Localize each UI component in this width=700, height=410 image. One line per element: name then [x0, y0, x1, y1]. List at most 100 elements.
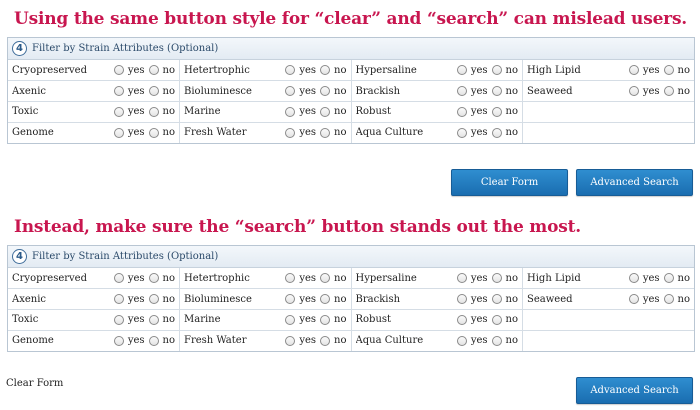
- yes-option[interactable]: yes: [285, 127, 316, 138]
- no-radio[interactable]: [491, 65, 502, 76]
- no-option[interactable]: no: [491, 65, 518, 76]
- no-option[interactable]: no: [491, 273, 518, 284]
- no-radio[interactable]: [320, 127, 331, 138]
- yes-option[interactable]: yes: [628, 273, 660, 284]
- yes-radio[interactable]: [285, 65, 296, 76]
- yes-option[interactable]: yes: [285, 335, 316, 346]
- no-radio[interactable]: [320, 65, 331, 76]
- yes-radio[interactable]: [113, 273, 124, 284]
- yes-option[interactable]: yes: [285, 65, 316, 76]
- no-radio[interactable]: [491, 294, 502, 305]
- yes-option[interactable]: yes: [285, 314, 316, 325]
- yes-radio[interactable]: [628, 86, 639, 97]
- yes-radio[interactable]: [285, 127, 296, 138]
- no-radio[interactable]: [148, 106, 159, 117]
- no-option[interactable]: no: [148, 314, 175, 325]
- no-radio[interactable]: [148, 65, 159, 76]
- yes-radio[interactable]: [285, 273, 296, 284]
- no-radio[interactable]: [148, 273, 159, 284]
- yes-radio[interactable]: [113, 127, 124, 138]
- yes-radio[interactable]: [113, 314, 124, 325]
- no-option[interactable]: no: [148, 127, 175, 138]
- no-option[interactable]: no: [663, 273, 690, 284]
- no-radio[interactable]: [320, 273, 331, 284]
- yes-radio[interactable]: [113, 335, 124, 346]
- yes-radio[interactable]: [113, 86, 124, 97]
- yes-option[interactable]: yes: [113, 86, 145, 97]
- no-radio[interactable]: [663, 65, 674, 76]
- no-option[interactable]: no: [148, 106, 175, 117]
- no-option[interactable]: no: [320, 86, 347, 97]
- no-option[interactable]: no: [320, 106, 347, 117]
- yes-option[interactable]: yes: [285, 273, 316, 284]
- no-radio[interactable]: [491, 106, 502, 117]
- yes-radio[interactable]: [456, 314, 467, 325]
- no-radio[interactable]: [148, 127, 159, 138]
- no-option[interactable]: no: [320, 273, 347, 284]
- no-radio[interactable]: [491, 273, 502, 284]
- yes-option[interactable]: yes: [113, 335, 145, 346]
- yes-option[interactable]: yes: [285, 106, 316, 117]
- yes-option[interactable]: yes: [456, 86, 488, 97]
- yes-radio[interactable]: [456, 106, 467, 117]
- yes-radio[interactable]: [628, 294, 639, 305]
- no-radio[interactable]: [491, 86, 502, 97]
- no-radio[interactable]: [320, 106, 331, 117]
- yes-radio[interactable]: [456, 273, 467, 284]
- no-option[interactable]: no: [491, 127, 518, 138]
- yes-radio[interactable]: [285, 335, 296, 346]
- no-option[interactable]: no: [491, 86, 518, 97]
- no-option[interactable]: no: [320, 335, 347, 346]
- yes-option[interactable]: yes: [113, 273, 145, 284]
- yes-option[interactable]: yes: [113, 106, 145, 117]
- yes-radio[interactable]: [456, 335, 467, 346]
- no-option[interactable]: no: [491, 335, 518, 346]
- clear-form-link[interactable]: Clear Form: [6, 378, 63, 389]
- yes-option[interactable]: yes: [456, 65, 488, 76]
- no-option[interactable]: no: [491, 314, 518, 325]
- no-radio[interactable]: [148, 294, 159, 305]
- yes-option[interactable]: yes: [113, 127, 145, 138]
- yes-radio[interactable]: [628, 65, 639, 76]
- no-radio[interactable]: [491, 335, 502, 346]
- yes-radio[interactable]: [456, 127, 467, 138]
- no-option[interactable]: no: [491, 106, 518, 117]
- no-radio[interactable]: [663, 294, 674, 305]
- no-option[interactable]: no: [320, 65, 347, 76]
- no-radio[interactable]: [663, 273, 674, 284]
- clear-form-button[interactable]: Clear Form: [451, 169, 568, 196]
- yes-option[interactable]: yes: [456, 335, 488, 346]
- yes-radio[interactable]: [113, 106, 124, 117]
- yes-option[interactable]: yes: [628, 294, 660, 305]
- yes-option[interactable]: yes: [456, 106, 488, 117]
- no-radio[interactable]: [320, 86, 331, 97]
- no-radio[interactable]: [320, 314, 331, 325]
- yes-radio[interactable]: [456, 86, 467, 97]
- no-option[interactable]: no: [320, 294, 347, 305]
- yes-option[interactable]: yes: [456, 294, 488, 305]
- no-option[interactable]: no: [663, 86, 690, 97]
- no-option[interactable]: no: [491, 294, 518, 305]
- no-option[interactable]: no: [320, 314, 347, 325]
- no-option[interactable]: no: [320, 127, 347, 138]
- no-radio[interactable]: [320, 294, 331, 305]
- yes-option[interactable]: yes: [456, 273, 488, 284]
- yes-radio[interactable]: [113, 294, 124, 305]
- no-option[interactable]: no: [148, 335, 175, 346]
- no-option[interactable]: no: [663, 65, 690, 76]
- no-radio[interactable]: [663, 86, 674, 97]
- no-radio[interactable]: [491, 314, 502, 325]
- yes-radio[interactable]: [113, 65, 124, 76]
- yes-radio[interactable]: [456, 294, 467, 305]
- yes-radio[interactable]: [285, 86, 296, 97]
- no-option[interactable]: no: [148, 273, 175, 284]
- yes-option[interactable]: yes: [456, 314, 488, 325]
- yes-option[interactable]: yes: [628, 86, 660, 97]
- yes-option[interactable]: yes: [285, 294, 316, 305]
- yes-option[interactable]: yes: [113, 314, 145, 325]
- yes-radio[interactable]: [628, 273, 639, 284]
- no-radio[interactable]: [148, 314, 159, 325]
- yes-option[interactable]: yes: [456, 127, 488, 138]
- no-option[interactable]: no: [148, 86, 175, 97]
- no-radio[interactable]: [320, 335, 331, 346]
